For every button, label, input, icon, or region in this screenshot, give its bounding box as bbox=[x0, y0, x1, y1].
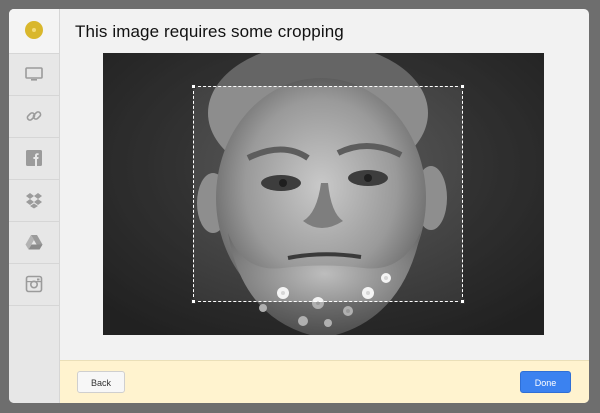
google-drive-icon bbox=[25, 235, 43, 250]
back-button[interactable]: Back bbox=[77, 371, 125, 393]
sidebar-item-link[interactable] bbox=[9, 95, 59, 137]
source-sidebar bbox=[9, 9, 60, 403]
crop-handle-top-left[interactable] bbox=[191, 84, 196, 89]
crop-image-area[interactable] bbox=[103, 53, 544, 335]
monitor-icon bbox=[25, 67, 43, 81]
logo-cell bbox=[9, 9, 59, 53]
sidebar-item-google-drive[interactable] bbox=[9, 221, 59, 263]
dialog-footer: Back Done bbox=[60, 360, 589, 403]
crop-handle-bottom-right[interactable] bbox=[460, 299, 465, 304]
dialog-title: This image requires some cropping bbox=[75, 22, 344, 41]
sidebar-item-computer[interactable] bbox=[9, 53, 59, 95]
facebook-icon bbox=[26, 150, 42, 166]
sidebar-divider bbox=[9, 305, 59, 306]
sidebar-item-facebook[interactable] bbox=[9, 137, 59, 179]
sidebar-item-instagram[interactable] bbox=[9, 263, 59, 305]
done-button[interactable]: Done bbox=[520, 371, 571, 393]
crop-handle-bottom-left[interactable] bbox=[191, 299, 196, 304]
dropbox-icon bbox=[26, 193, 42, 209]
instagram-icon bbox=[25, 275, 43, 293]
crop-dialog: This image requires some cropping Back D… bbox=[9, 9, 589, 403]
link-icon bbox=[26, 111, 42, 121]
sidebar-item-dropbox[interactable] bbox=[9, 179, 59, 221]
crop-handle-top-right[interactable] bbox=[460, 84, 465, 89]
crop-selection-box[interactable] bbox=[191, 84, 465, 304]
logo-icon bbox=[25, 21, 43, 39]
